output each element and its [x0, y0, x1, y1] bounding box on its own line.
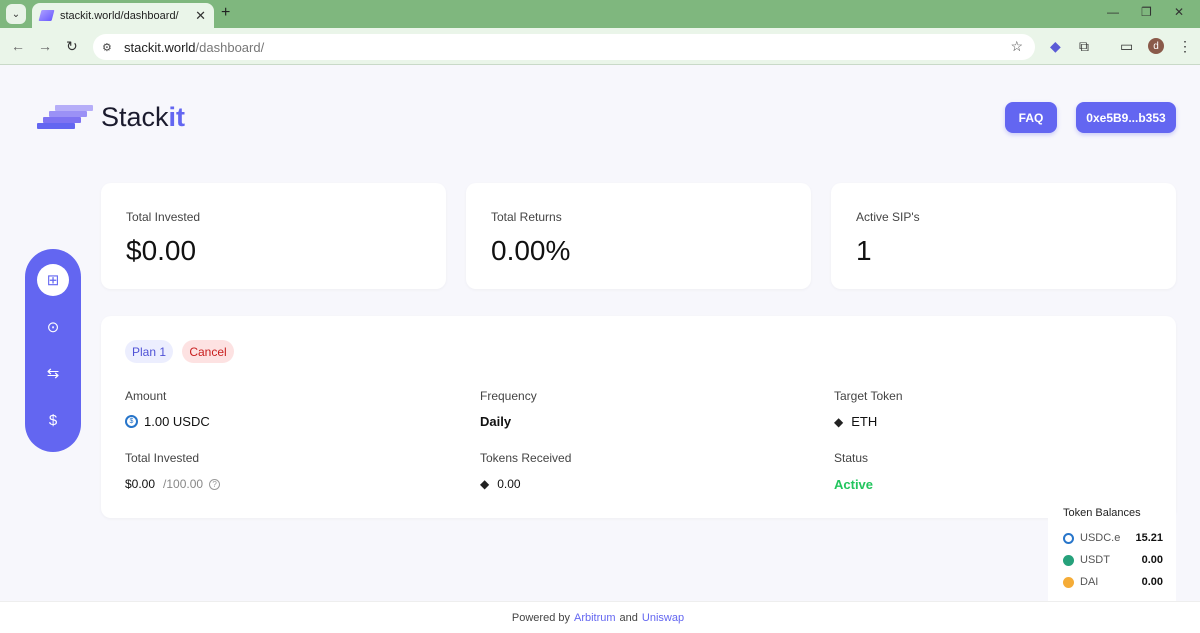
footer-prefix: Powered by [511, 611, 570, 624]
forward-icon[interactable]: → [38, 38, 52, 54]
stat-value: 0.00% [491, 235, 571, 266]
brand-prefix: Stack [101, 102, 169, 132]
restore-icon[interactable]: ❐ [1141, 5, 1152, 19]
arbitrum-link[interactable]: Arbitrum [574, 612, 616, 624]
amount-label: Amount [125, 389, 167, 403]
wallet-address-button[interactable]: 0xe5B9...b353 [1076, 102, 1176, 133]
stat-card-total-returns: Total Returns 0.00% [466, 183, 811, 289]
close-tab-icon[interactable]: ✕ [195, 8, 206, 24]
stat-label: Active SIP's [856, 210, 920, 224]
sidebar-item-swap[interactable]: ⇆ [37, 357, 69, 389]
browser-menu-icon[interactable]: ⋮ [1178, 38, 1192, 55]
footer: Powered by Arbitrum and Uniswap [0, 601, 1200, 633]
token-balances-title: Token Balances [1063, 507, 1141, 519]
target-token-text: ETH [851, 414, 878, 429]
help-icon[interactable]: ? [209, 478, 221, 490]
brand-name[interactable]: Stackit [101, 102, 185, 133]
cancel-plan-button[interactable]: Cancel [182, 340, 234, 363]
dashboard-grid-icon: ⊞ [46, 272, 60, 289]
stat-label: Total Returns [491, 210, 562, 224]
new-tab-button[interactable]: + [221, 4, 230, 22]
invested-amount: $0.00 [125, 477, 156, 491]
target-token-value: ◆ ETH [834, 414, 877, 429]
browser-tab-strip: ⌄ stackit.world/dashboard/ ✕ + — ❐ ✕ [0, 0, 1200, 28]
stackit-logo-icon[interactable] [37, 105, 93, 131]
sidebar-nav: ⊞ ⊙ ⇆ $ [25, 249, 81, 452]
tokens-received-text: 0.00 [497, 477, 521, 491]
sidebar-item-finance[interactable]: $ [37, 404, 69, 436]
eth-icon: ◆ [834, 414, 844, 429]
amount-text: 1.00 USDC [144, 414, 210, 429]
token-name: USDC.e [1080, 532, 1121, 544]
circle-dot-icon: ⊙ [46, 319, 60, 336]
cast-icon[interactable]: ▭ [1120, 38, 1133, 55]
site-favicon-icon [38, 10, 55, 21]
browser-toolbar: ← → ↻ ⚙ stackit.world/dashboard/ ☆ ◆ ⧉ ▭… [0, 28, 1200, 65]
extensions-puzzle-icon[interactable]: ⧉ [1079, 38, 1089, 55]
swap-arrows-icon: ⇆ [46, 365, 60, 382]
tokens-received-label: Tokens Received [480, 451, 572, 465]
usdt-icon [1063, 554, 1074, 566]
token-amount: 15.21 [1135, 532, 1163, 544]
token-balance-row: USDT 0.00 [1063, 553, 1163, 567]
dollar-icon: $ [48, 411, 58, 429]
close-window-icon[interactable]: ✕ [1174, 5, 1184, 19]
usdc-icon [1063, 532, 1074, 544]
brand-suffix: it [168, 102, 186, 132]
url-host: stackit.world [124, 39, 196, 55]
target-token-label: Target Token [834, 389, 903, 403]
token-name: USDT [1080, 554, 1110, 566]
frequency-label: Frequency [480, 389, 537, 403]
amount-value: $1.00 USDC [125, 414, 210, 429]
tokens-received-value: ◆ 0.00 [480, 477, 521, 491]
profile-avatar[interactable]: d [1148, 38, 1164, 54]
token-balance-row: USDC.e 15.21 [1063, 531, 1163, 545]
browser-tab[interactable]: stackit.world/dashboard/ ✕ [32, 3, 214, 28]
usdc-icon: $ [125, 415, 138, 428]
reload-icon[interactable]: ↻ [66, 38, 78, 55]
status-label: Status [834, 451, 869, 465]
token-balance-row: DAI 0.00 [1063, 575, 1163, 589]
site-info-icon[interactable]: ⚙ [102, 41, 118, 54]
tab-title: stackit.world/dashboard/ [60, 9, 179, 22]
stat-card-total-invested: Total Invested $0.00 [101, 183, 446, 289]
stat-value: 1 [856, 235, 872, 266]
frequency-value: Daily [480, 414, 512, 429]
total-invested-value: $0.00/100.00? [125, 477, 221, 491]
token-amount: 0.00 [1141, 554, 1163, 566]
dashboard-page: Stackit FAQ 0xe5B9...b353 Total Invested… [0, 66, 1200, 633]
stat-value: $0.00 [126, 235, 197, 266]
url-path: /dashboard/ [195, 39, 265, 55]
total-invested-label: Total Invested [125, 451, 200, 465]
faq-button[interactable]: FAQ [1005, 102, 1057, 133]
uniswap-link[interactable]: Uniswap [642, 612, 684, 624]
footer-and: and [619, 611, 638, 624]
token-amount: 0.00 [1141, 576, 1163, 588]
sidebar-item-dashboard[interactable]: ⊞ [37, 264, 69, 296]
stat-card-active-sips: Active SIP's 1 [831, 183, 1176, 289]
status-badge: Active [834, 477, 874, 492]
address-bar[interactable]: ⚙ stackit.world/dashboard/ ☆ [93, 34, 1035, 60]
token-name: DAI [1080, 576, 1099, 588]
stat-label: Total Invested [126, 210, 201, 224]
eth-icon: ◆ [480, 477, 490, 491]
tab-search-button[interactable]: ⌄ [6, 4, 26, 24]
extension-icon[interactable]: ◆ [1050, 38, 1061, 55]
plan-card: Plan 1 Cancel Amount $1.00 USDC Frequenc… [101, 316, 1176, 518]
dai-icon [1063, 576, 1074, 588]
minimize-icon[interactable]: — [1107, 5, 1119, 19]
invested-cap: /100.00 [163, 477, 204, 491]
plan-badge[interactable]: Plan 1 [125, 340, 173, 363]
back-icon[interactable]: ← [11, 38, 25, 54]
bookmark-star-icon[interactable]: ☆ [1010, 38, 1023, 55]
sidebar-item-sip[interactable]: ⊙ [37, 311, 69, 343]
